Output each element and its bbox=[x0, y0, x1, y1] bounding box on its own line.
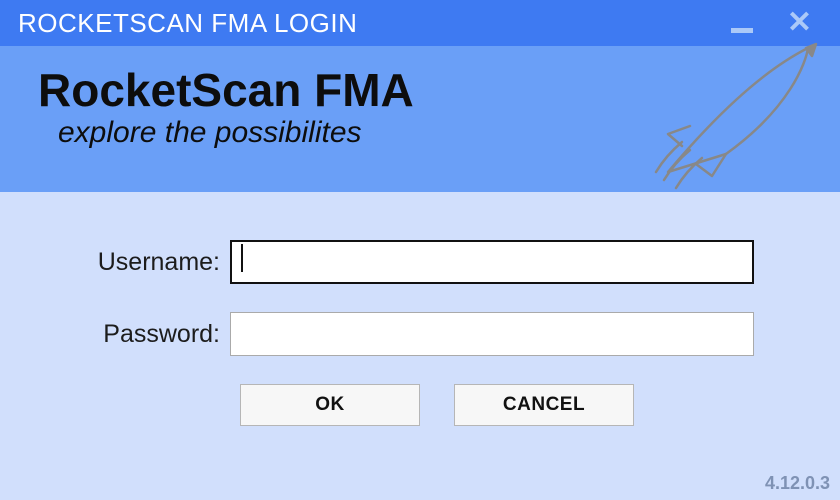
window-title: ROCKETSCAN FMA LOGIN bbox=[18, 8, 731, 39]
close-icon[interactable]: ✕ bbox=[787, 8, 812, 38]
version-label: 4.12.0.3 bbox=[765, 473, 830, 494]
ok-button[interactable]: OK bbox=[240, 384, 420, 426]
product-name: RocketScan FMA bbox=[38, 66, 840, 114]
titlebar[interactable]: ROCKETSCAN FMA LOGIN ✕ bbox=[0, 0, 840, 46]
product-tagline: explore the possibilites bbox=[38, 116, 840, 150]
password-label: Password: bbox=[70, 320, 230, 349]
password-input[interactable] bbox=[230, 312, 754, 356]
titlebar-controls: ✕ bbox=[731, 8, 840, 38]
password-row: Password: bbox=[70, 312, 754, 356]
text-caret bbox=[241, 244, 243, 272]
username-row: Username: bbox=[70, 240, 754, 284]
username-label: Username: bbox=[70, 248, 230, 277]
banner: RocketScan FMA explore the possibilites bbox=[0, 46, 840, 192]
login-window: ROCKETSCAN FMA LOGIN ✕ RocketScan FMA ex… bbox=[0, 0, 840, 500]
cancel-button[interactable]: CANCEL bbox=[454, 384, 634, 426]
form-area: Username: Password: OK CANCEL 4.12.0.3 bbox=[0, 192, 840, 500]
button-row: OK CANCEL bbox=[240, 384, 754, 426]
login-form: Username: Password: OK CANCEL bbox=[70, 240, 754, 426]
username-input[interactable] bbox=[230, 240, 754, 284]
minimize-icon[interactable] bbox=[731, 28, 753, 33]
